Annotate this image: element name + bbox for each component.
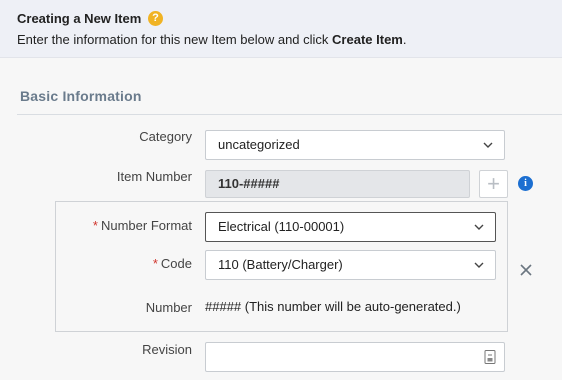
number-format-value: Electrical (110-00001) (218, 219, 345, 234)
code-label-text: Code (160, 256, 192, 271)
section-divider (17, 114, 562, 115)
chevron-down-icon (483, 142, 493, 148)
category-value: uncategorized (218, 137, 300, 152)
code-label: * Code (100, 256, 192, 271)
number-label: Number (145, 300, 192, 315)
item-number-field: 110-##### (205, 170, 470, 198)
revision-input[interactable] (205, 342, 505, 372)
code-value: 110 (Battery/Charger) (218, 257, 343, 272)
chevron-down-icon (474, 224, 484, 230)
category-label: Category (139, 129, 192, 144)
code-select[interactable]: 110 (Battery/Charger) (205, 250, 496, 280)
create-item-emphasis: Create Item (332, 32, 403, 47)
number-value: ##### (This number will be auto-generate… (205, 299, 461, 314)
section-title: Basic Information (20, 88, 142, 104)
chevron-down-icon (474, 262, 484, 268)
page-title: Creating a New Item (17, 11, 142, 26)
description-end: . (402, 32, 407, 47)
number-format-select[interactable]: Electrical (110-00001) (205, 212, 496, 242)
info-icon[interactable]: i (518, 176, 533, 191)
help-icon[interactable]: ? (148, 11, 163, 26)
number-format-label: * Number Format (62, 218, 192, 233)
revision-label: Revision (142, 342, 192, 357)
add-number-button[interactable]: + (479, 170, 508, 198)
required-mark: * (152, 256, 158, 271)
number-format-label-text: Number Format (100, 218, 192, 233)
page-header-banner: Creating a New Item ? Enter the informat… (0, 0, 562, 58)
description-text: Enter the information for this new Item … (17, 32, 333, 47)
item-number-label: Item Number (116, 169, 192, 184)
close-icon[interactable] (519, 263, 533, 277)
page-description: Enter the information for this new Item … (17, 32, 406, 47)
plus-icon: + (487, 171, 500, 196)
category-select[interactable]: uncategorized (205, 130, 505, 160)
required-mark: * (92, 218, 98, 233)
document-icon (484, 350, 496, 364)
